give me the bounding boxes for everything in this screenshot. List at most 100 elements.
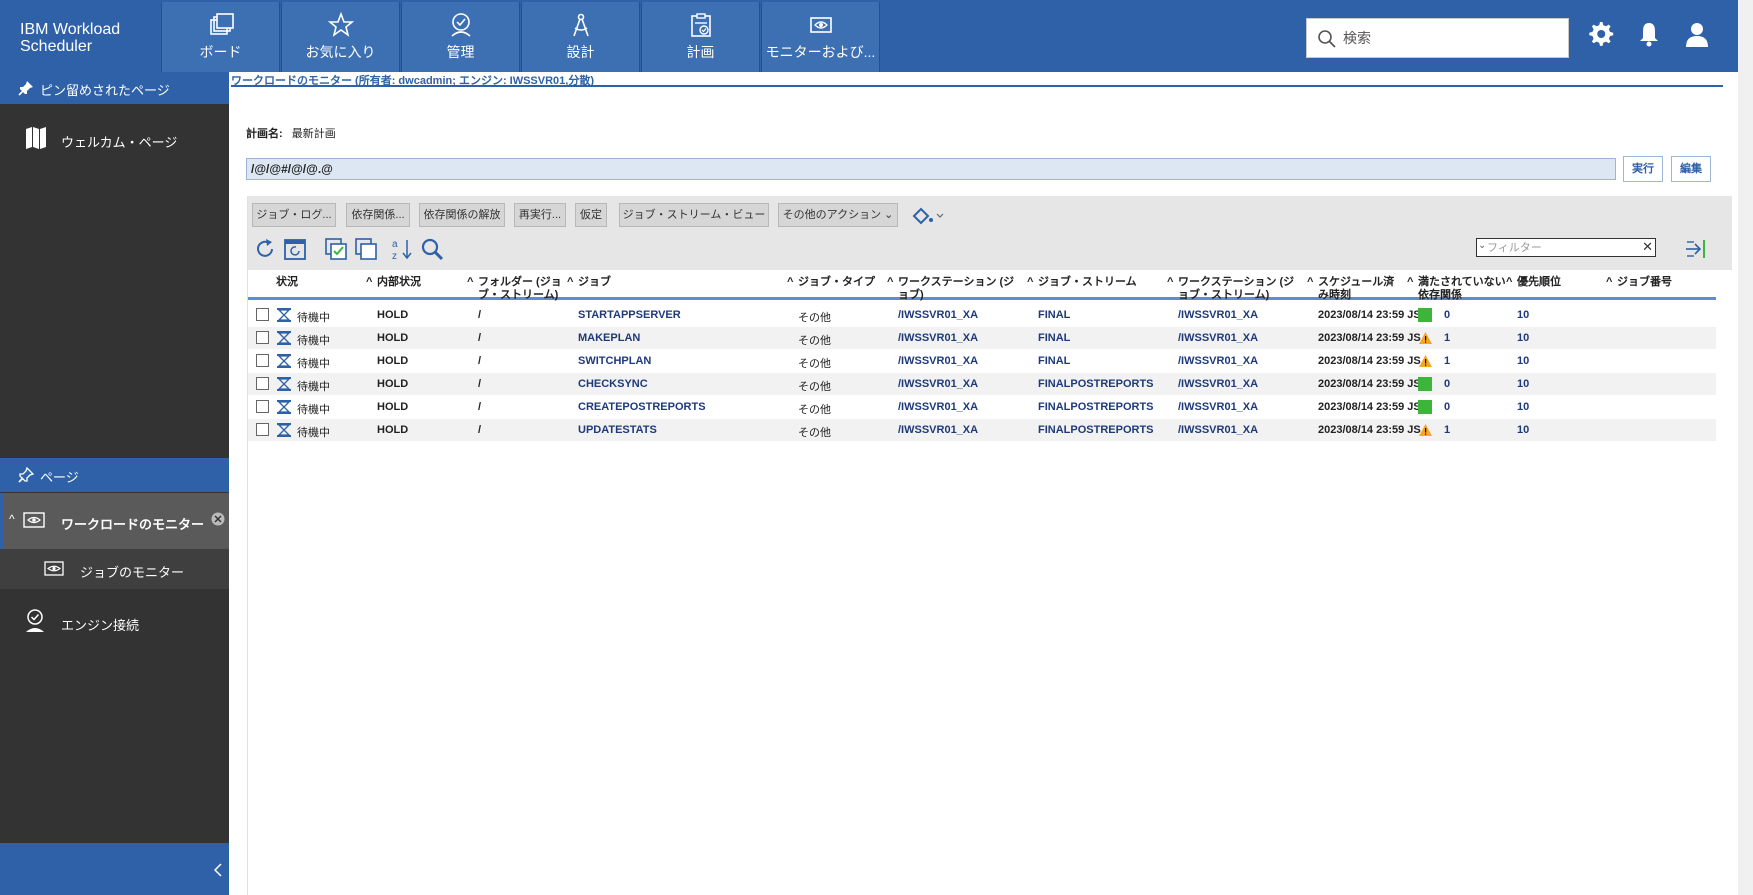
cell-job-link[interactable]: MAKEPLAN	[578, 332, 640, 344]
cell-workstation-job-link[interactable]: /IWSSVR01_XA	[898, 401, 978, 413]
column-header-workstation-stream[interactable]: ^ ワークステーション (ジョブ・ストリーム)	[1167, 276, 1303, 302]
column-header-job-number[interactable]: ^ ジョブ番号	[1606, 276, 1672, 289]
cell-job-stream-link[interactable]: FINALPOSTREPORTS	[1038, 378, 1154, 390]
auto-refresh-icon[interactable]	[283, 237, 307, 261]
row-checkbox[interactable]	[256, 423, 269, 436]
cell-workstation-stream-link[interactable]: /IWSSVR01_XA	[1178, 424, 1258, 436]
column-header-internal-status[interactable]: ^ 内部状況	[366, 276, 421, 289]
cell-workstation-stream-link[interactable]: /IWSSVR01_XA	[1178, 309, 1258, 321]
nav-tab-favorites[interactable]: お気に入り	[281, 2, 400, 72]
gear-icon[interactable]	[1586, 20, 1614, 48]
row-checkbox[interactable]	[256, 354, 269, 367]
cell-unmet-dependencies[interactable]: 1	[1444, 355, 1450, 367]
cell-job-stream-link[interactable]: FINAL	[1038, 309, 1070, 321]
column-header-job[interactable]: ^ ジョブ	[567, 276, 611, 289]
cell-unmet-dependencies[interactable]: 0	[1444, 309, 1450, 321]
select-all-icon[interactable]	[324, 237, 348, 261]
sort-az-icon[interactable]: az	[390, 237, 414, 261]
cell-job-link[interactable]: STARTAPPSERVER	[578, 309, 681, 321]
table-row[interactable]: 待機中 HOLD / CHECKSYNC その他/IWSSVR01_XA FINALPOS…	[248, 373, 1716, 395]
deselect-all-icon[interactable]	[354, 237, 378, 261]
table-row[interactable]: 待機中 HOLD / MAKEPLAN その他/IWSSVR01_XA FINAL/IWS…	[248, 327, 1716, 349]
paint-bucket-icon[interactable]	[911, 206, 945, 226]
nav-tab-label: モニターおよび...	[765, 44, 876, 60]
cell-workstation-job-link[interactable]: /IWSSVR01_XA	[898, 378, 978, 390]
close-icon[interactable]	[211, 512, 225, 526]
edit-button[interactable]: 編集	[1671, 156, 1711, 182]
table-row[interactable]: 待機中 HOLD / STARTAPPSERVER その他/IWSSVR01_XA FIN…	[248, 304, 1716, 326]
cell-job-stream-link[interactable]: FINAL	[1038, 332, 1070, 344]
nav-tab-planning[interactable]: 計画	[641, 2, 760, 72]
release-dependencies-button[interactable]: 依存関係の解放	[419, 203, 505, 227]
row-checkbox[interactable]	[256, 308, 269, 321]
filter-input[interactable]	[1487, 240, 1637, 255]
refresh-icon[interactable]	[253, 237, 277, 261]
cell-unmet-dependencies[interactable]: 1	[1444, 332, 1450, 344]
sidebar-item-job-monitor[interactable]: ジョブのモニター	[0, 549, 229, 589]
nav-tab-design[interactable]: 設計	[521, 2, 640, 72]
table-row[interactable]: 待機中 HOLD / SWITCHPLAN その他/IWSSVR01_XA FINAL/I…	[248, 350, 1716, 372]
search-icon[interactable]	[420, 237, 444, 261]
table-row[interactable]: 待機中 HOLD / UPDATESTATS その他/IWSSVR01_XA FINALP…	[248, 419, 1716, 441]
sidebar-item-welcome[interactable]: ウェルカム・ページ	[0, 116, 229, 160]
nav-tab-monitoring[interactable]: モニターおよび...	[761, 2, 880, 72]
cell-job-link[interactable]: UPDATESTATS	[578, 424, 657, 436]
rerun-button[interactable]: 再実行...	[514, 203, 566, 227]
row-checkbox[interactable]	[256, 400, 269, 413]
cell-workstation-stream-link[interactable]: /IWSSVR01_XA	[1178, 355, 1258, 367]
sidebar-item-workload-monitor[interactable]: ^ ワークロードのモニター	[0, 493, 229, 549]
export-arrows-icon[interactable]	[1684, 238, 1708, 260]
nav-tab-boards[interactable]: ボード	[161, 2, 280, 72]
column-header-job-stream[interactable]: ^ ジョブ・ストリーム	[1027, 276, 1137, 289]
cell-unmet-dependencies[interactable]: 0	[1444, 401, 1450, 413]
cell-job-stream-link[interactable]: FINALPOSTREPORTS	[1038, 401, 1154, 413]
bell-icon[interactable]	[1635, 20, 1663, 48]
chevron-down-icon[interactable]: ⌄	[1478, 240, 1486, 251]
table-row[interactable]: 待機中 HOLD / CREATEPOSTREPORTS その他/IWSSVR01_XA…	[248, 396, 1716, 418]
column-header-job-type[interactable]: ^ ジョブ・タイプ	[787, 276, 875, 289]
cell-workstation-job-link[interactable]: /IWSSVR01_XA	[898, 424, 978, 436]
job-log-button[interactable]: ジョブ・ログ...	[252, 203, 336, 227]
column-header-status[interactable]: 状況	[276, 276, 298, 289]
cell-workstation-job-link[interactable]: /IWSSVR01_XA	[898, 355, 978, 367]
window-scrollbar[interactable]	[1738, 0, 1753, 895]
what-if-button[interactable]: 仮定	[575, 203, 607, 227]
cell-workstation-stream-link[interactable]: /IWSSVR01_XA	[1178, 378, 1258, 390]
cell-workstation-job-link[interactable]: /IWSSVR01_XA	[898, 332, 978, 344]
row-checkbox[interactable]	[256, 377, 269, 390]
cell-job-stream-link[interactable]: FINALPOSTREPORTS	[1038, 424, 1154, 436]
cell-job-link[interactable]: SWITCHPLAN	[578, 355, 651, 367]
sort-caret-icon: ^	[787, 276, 794, 288]
column-header-unmet-dependencies[interactable]: ^ 満たされていない依存関係	[1407, 276, 1508, 302]
collapse-sidebar-chevron-icon[interactable]	[213, 863, 223, 877]
row-checkbox[interactable]	[256, 331, 269, 344]
cell-workstation-stream-link[interactable]: /IWSSVR01_XA	[1178, 332, 1258, 344]
run-button[interactable]: 実行	[1623, 156, 1663, 182]
clear-filter-icon[interactable]: ✕	[1642, 239, 1653, 255]
cell-unmet-dependencies[interactable]: 1	[1444, 424, 1450, 436]
cell-workstation-stream-link[interactable]: /IWSSVR01_XA	[1178, 401, 1258, 413]
column-header-folder[interactable]: ^ フォルダー (ジョブ・ストリーム)	[467, 276, 563, 302]
nav-tab-administration[interactable]: 管理	[401, 2, 520, 72]
nav-tab-label: 管理	[446, 44, 475, 60]
more-actions-dropdown[interactable]: その他のアクション ⌄	[778, 203, 898, 227]
cell-job-link[interactable]: CREATEPOSTREPORTS	[578, 401, 706, 413]
star-icon	[327, 12, 354, 37]
query-field[interactable]: /@/@#/@/@.@	[246, 158, 1616, 180]
cell-unmet-dependencies[interactable]: 0	[1444, 378, 1450, 390]
chevron-up-icon[interactable]: ^	[9, 512, 15, 526]
sidebar-item-engine-connection[interactable]: エンジン接続	[0, 599, 229, 643]
cell-job-link[interactable]: CHECKSYNC	[578, 378, 648, 390]
column-header-workstation-job[interactable]: ^ ワークステーション (ジョブ)	[887, 276, 1023, 302]
search-input[interactable]	[1343, 27, 1558, 49]
global-search[interactable]	[1306, 18, 1569, 58]
table-filter[interactable]: ⌄ ✕	[1476, 238, 1656, 257]
dependencies-button[interactable]: 依存関係...	[346, 203, 410, 227]
cell-job-stream-link[interactable]: FINAL	[1038, 355, 1070, 367]
cell-workstation-job-link[interactable]: /IWSSVR01_XA	[898, 309, 978, 321]
column-header-scheduled-time[interactable]: ^ スケジュール済み時刻	[1307, 276, 1403, 302]
column-header-priority[interactable]: ^ 優先順位	[1506, 276, 1561, 289]
sort-caret-icon: ^	[1307, 276, 1314, 288]
job-stream-view-button[interactable]: ジョブ・ストリーム・ビュー	[619, 203, 769, 227]
user-avatar-icon[interactable]	[1683, 20, 1711, 48]
